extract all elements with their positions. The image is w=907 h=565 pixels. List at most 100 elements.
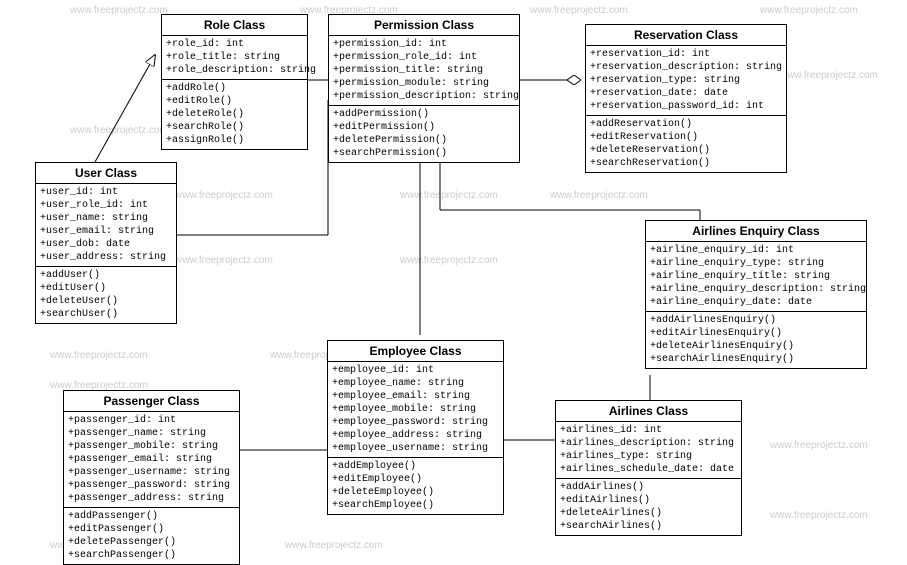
reservation-class: Reservation Class +reservation_id: int+r… (585, 24, 787, 173)
class-member: +role_id: int (166, 38, 303, 51)
class-member: +employee_address: string (332, 429, 499, 442)
class-member: +airline_enquiry_type: string (650, 257, 862, 270)
watermark: www.freeprojectz.com (550, 190, 648, 201)
class-member: +editReservation() (590, 131, 782, 144)
class-member: +assignRole() (166, 134, 303, 147)
permission-ops: +addPermission()+editPermission()+delete… (329, 106, 519, 162)
class-member: +editPassenger() (68, 523, 235, 536)
watermark: www.freeprojectz.com (285, 540, 383, 551)
class-member: +editUser() (40, 282, 172, 295)
class-member: +employee_username: string (332, 442, 499, 455)
class-member: +deleteEmployee() (332, 486, 499, 499)
class-member: +searchPassenger() (68, 549, 235, 562)
watermark: www.freeprojectz.com (780, 70, 878, 81)
role-ops: +addRole()+editRole()+deleteRole()+searc… (162, 80, 307, 149)
class-title: Employee Class (328, 341, 503, 362)
class-member: +reservation_type: string (590, 74, 782, 87)
class-member: +addAirlinesEnquiry() (650, 314, 862, 327)
class-member: +searchAirlines() (560, 520, 737, 533)
airlines-attrs: +airlines_id: int+airlines_description: … (556, 422, 741, 479)
class-member: +passenger_username: string (68, 466, 235, 479)
class-member: +editRole() (166, 95, 303, 108)
permission-class: Permission Class +permission_id: int+per… (328, 14, 520, 163)
class-member: +searchUser() (40, 308, 172, 321)
class-member: +deleteUser() (40, 295, 172, 308)
class-member: +passenger_name: string (68, 427, 235, 440)
passenger-attrs: +passenger_id: int+passenger_name: strin… (64, 412, 239, 508)
class-member: +searchRole() (166, 121, 303, 134)
watermark: www.freeprojectz.com (175, 255, 273, 266)
enquiry-class: Airlines Enquiry Class +airline_enquiry_… (645, 220, 867, 369)
class-member: +airlines_type: string (560, 450, 737, 463)
class-title: Airlines Enquiry Class (646, 221, 866, 242)
permission-attrs: +permission_id: int+permission_role_id: … (329, 36, 519, 106)
airlines-class: Airlines Class +airlines_id: int+airline… (555, 400, 742, 536)
enquiry-attrs: +airline_enquiry_id: int+airline_enquiry… (646, 242, 866, 312)
class-member: +employee_id: int (332, 364, 499, 377)
class-member: +deletePassenger() (68, 536, 235, 549)
class-member: +searchEmployee() (332, 499, 499, 512)
class-member: +airlines_description: string (560, 437, 737, 450)
user-ops: +addUser()+editUser()+deleteUser()+searc… (36, 267, 176, 323)
class-member: +passenger_mobile: string (68, 440, 235, 453)
class-member: +user_name: string (40, 212, 172, 225)
class-member: +searchReservation() (590, 157, 782, 170)
class-title: Permission Class (329, 15, 519, 36)
class-title: Role Class (162, 15, 307, 36)
class-member: +role_description: string (166, 64, 303, 77)
class-member: +permission_module: string (333, 77, 515, 90)
class-member: +searchPermission() (333, 147, 515, 160)
class-member: +addAirlines() (560, 481, 737, 494)
class-member: +role_title: string (166, 51, 303, 64)
class-title: User Class (36, 163, 176, 184)
class-member: +editEmployee() (332, 473, 499, 486)
class-member: +reservation_date: date (590, 87, 782, 100)
class-member: +airline_enquiry_id: int (650, 244, 862, 257)
class-member: +airline_enquiry_description: string (650, 283, 862, 296)
class-member: +passenger_address: string (68, 492, 235, 505)
class-member: +airlines_schedule_date: date (560, 463, 737, 476)
class-member: +user_dob: date (40, 238, 172, 251)
watermark: www.freeprojectz.com (175, 190, 273, 201)
class-member: +addReservation() (590, 118, 782, 131)
class-member: +user_email: string (40, 225, 172, 238)
user-class: User Class +user_id: int+user_role_id: i… (35, 162, 177, 324)
role-attrs: +role_id: int+role_title: string+role_de… (162, 36, 307, 80)
class-member: +airline_enquiry_date: date (650, 296, 862, 309)
watermark: www.freeprojectz.com (770, 510, 868, 521)
class-member: +user_role_id: int (40, 199, 172, 212)
class-member: +editAirlinesEnquiry() (650, 327, 862, 340)
class-member: +airline_enquiry_title: string (650, 270, 862, 283)
class-member: +permission_title: string (333, 64, 515, 77)
employee-ops: +addEmployee()+editEmployee()+deleteEmpl… (328, 458, 503, 514)
class-member: +searchAirlinesEnquiry() (650, 353, 862, 366)
class-member: +reservation_description: string (590, 61, 782, 74)
watermark: www.freeprojectz.com (70, 5, 168, 16)
user-attrs: +user_id: int+user_role_id: int+user_nam… (36, 184, 176, 267)
class-member: +addPermission() (333, 108, 515, 121)
class-member: +user_id: int (40, 186, 172, 199)
watermark: www.freeprojectz.com (530, 5, 628, 16)
class-member: +airlines_id: int (560, 424, 737, 437)
watermark: www.freeprojectz.com (50, 350, 148, 361)
class-member: +addEmployee() (332, 460, 499, 473)
airlines-ops: +addAirlines()+editAirlines()+deleteAirl… (556, 479, 741, 535)
employee-class: Employee Class +employee_id: int+employe… (327, 340, 504, 515)
class-member: +deleteRole() (166, 108, 303, 121)
class-member: +passenger_password: string (68, 479, 235, 492)
class-member: +deletePermission() (333, 134, 515, 147)
class-member: +employee_email: string (332, 390, 499, 403)
class-member: +user_address: string (40, 251, 172, 264)
watermark: www.freeprojectz.com (400, 255, 498, 266)
class-member: +addPassenger() (68, 510, 235, 523)
enquiry-ops: +addAirlinesEnquiry()+editAirlinesEnquir… (646, 312, 866, 368)
class-member: +addUser() (40, 269, 172, 282)
class-member: +editPermission() (333, 121, 515, 134)
class-member: +permission_role_id: int (333, 51, 515, 64)
reservation-ops: +addReservation()+editReservation()+dele… (586, 116, 786, 172)
class-title: Airlines Class (556, 401, 741, 422)
passenger-ops: +addPassenger()+editPassenger()+deletePa… (64, 508, 239, 564)
class-member: +permission_id: int (333, 38, 515, 51)
employee-attrs: +employee_id: int+employee_name: string+… (328, 362, 503, 458)
watermark: www.freeprojectz.com (760, 5, 858, 16)
